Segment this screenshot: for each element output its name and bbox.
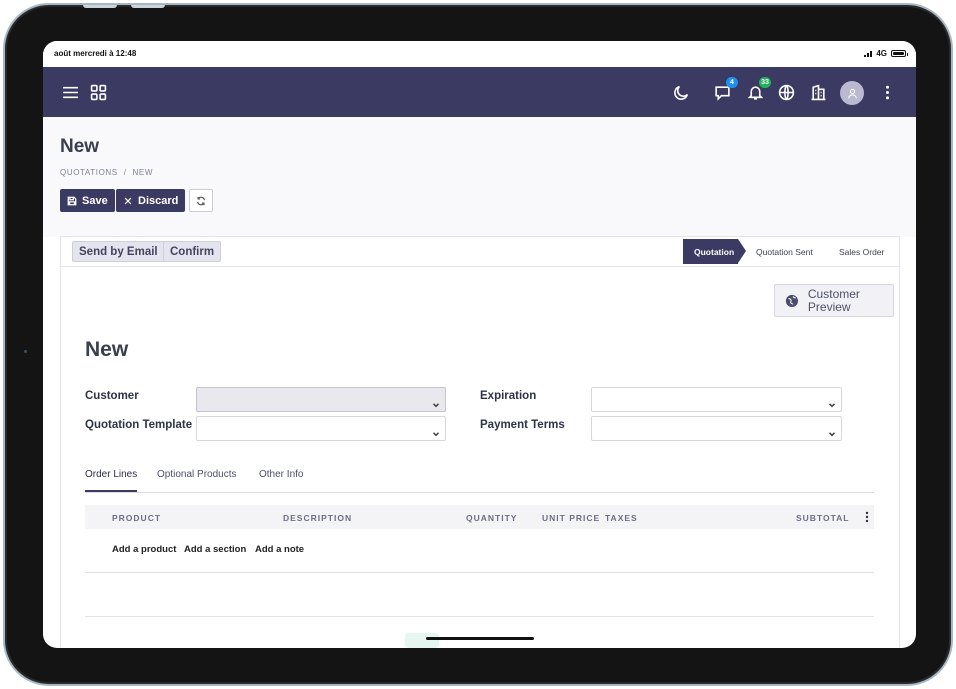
record-title: New [85,338,129,361]
send-by-email-button[interactable]: Send by Email [72,241,165,262]
add-product-link[interactable]: Add a product [112,544,176,555]
col-product: PRODUCT [112,513,162,523]
user-avatar[interactable] [840,81,864,105]
home-indicator[interactable] [426,637,534,640]
page-title: New [60,136,100,157]
breadcrumb-current: NEW [132,168,153,177]
expiration-input[interactable] [591,387,842,412]
form-status-bar: Send by Email Confirm Quotation Quotatio… [61,237,899,267]
network-label: 4G [876,49,887,58]
device-top-buttons [83,5,169,9]
add-section-link[interactable]: Add a section [184,544,246,555]
expiration-label: Expiration [480,390,537,402]
tab-other-info[interactable]: Other Info [259,469,303,492]
table-bottom-divider [85,616,874,617]
customer-preview-label: Customer Preview [807,286,860,314]
breadcrumb-quotations[interactable]: QUOTATIONS [60,168,118,177]
customer-preview-button[interactable]: Customer Preview [774,284,894,317]
refresh-icon [197,196,205,205]
chevron-down-icon [432,396,440,408]
chevron-down-icon [828,396,836,408]
quotation-template-label: Quotation Template [85,419,193,431]
status-time: août mercredi à 12:48 [54,49,137,58]
payment-terms-label: Payment Terms [480,419,565,431]
chevron-down-icon [828,425,836,437]
col-quantity: QUANTITY [466,513,518,523]
discard-button[interactable]: Discard [116,189,186,212]
save-label: Save [82,194,108,207]
quotation-template-select[interactable] [196,416,446,441]
chat-badge: 4 [726,77,738,88]
more-vertical-icon[interactable] [877,82,897,102]
hamburger-icon[interactable] [60,82,80,102]
battery-icon [891,50,908,57]
globe-icon [785,294,799,307]
control-panel: New QUOTATIONS / NEW Save Discard [43,117,916,237]
device-side-sensor [24,350,27,353]
close-icon [124,197,132,204]
bell-icon[interactable]: 33 [745,77,771,102]
chevron-down-icon [432,425,440,437]
optional-columns-kebab-icon[interactable] [862,510,872,523]
discard-label: Discard [138,194,179,207]
floppy-disk-icon [67,196,77,205]
stage-sales-order[interactable]: Sales Order [839,239,884,264]
add-line-row: Add a product Add a section Add a note [85,529,874,573]
company-building-icon[interactable] [808,82,828,102]
user-icon [847,88,857,98]
bottom-peek-element [405,633,439,648]
breadcrumb-separator: / [123,168,127,177]
order-lines-table-header: PRODUCT DESCRIPTION QUANTITY UNIT PRICE … [85,505,874,529]
ios-status-bar: août mercredi à 12:48 4G [43,41,916,67]
screen: août mercredi à 12:48 4G 4 33 New QUOTAT… [43,41,916,648]
payment-terms-select[interactable] [591,416,842,441]
col-subtotal: SUBTOTAL [796,513,850,523]
notebook-tabs: Order Lines Optional Products Other Info [85,463,874,493]
activity-badge: 33 [759,77,771,88]
col-taxes: TAXES [605,513,638,523]
status-right: 4G [864,49,908,58]
top-navbar: 4 33 [43,67,916,117]
add-note-link[interactable]: Add a note [255,544,304,555]
col-description: DESCRIPTION [283,513,353,523]
form-sheet: Send by Email Confirm Quotation Quotatio… [60,236,900,648]
col-unit-price: UNIT PRICE [542,513,601,523]
refresh-button[interactable] [189,189,213,212]
tab-order-lines[interactable]: Order Lines [85,469,138,492]
apps-grid-icon[interactable] [88,82,108,102]
signal-icon [864,50,873,57]
tab-optional-products[interactable]: Optional Products [157,469,237,492]
stage-quotation-sent[interactable]: Quotation Sent [756,239,813,264]
customer-select[interactable] [196,387,446,412]
chat-icon[interactable]: 4 [712,77,738,102]
stage-quotation[interactable]: Quotation [683,239,746,264]
breadcrumb: QUOTATIONS / NEW [60,168,153,177]
dark-mode-moon-icon[interactable] [671,82,691,102]
customer-label: Customer [85,390,139,402]
confirm-button[interactable]: Confirm [163,241,222,262]
globe-icon[interactable] [776,82,796,102]
save-button[interactable]: Save [60,189,115,212]
